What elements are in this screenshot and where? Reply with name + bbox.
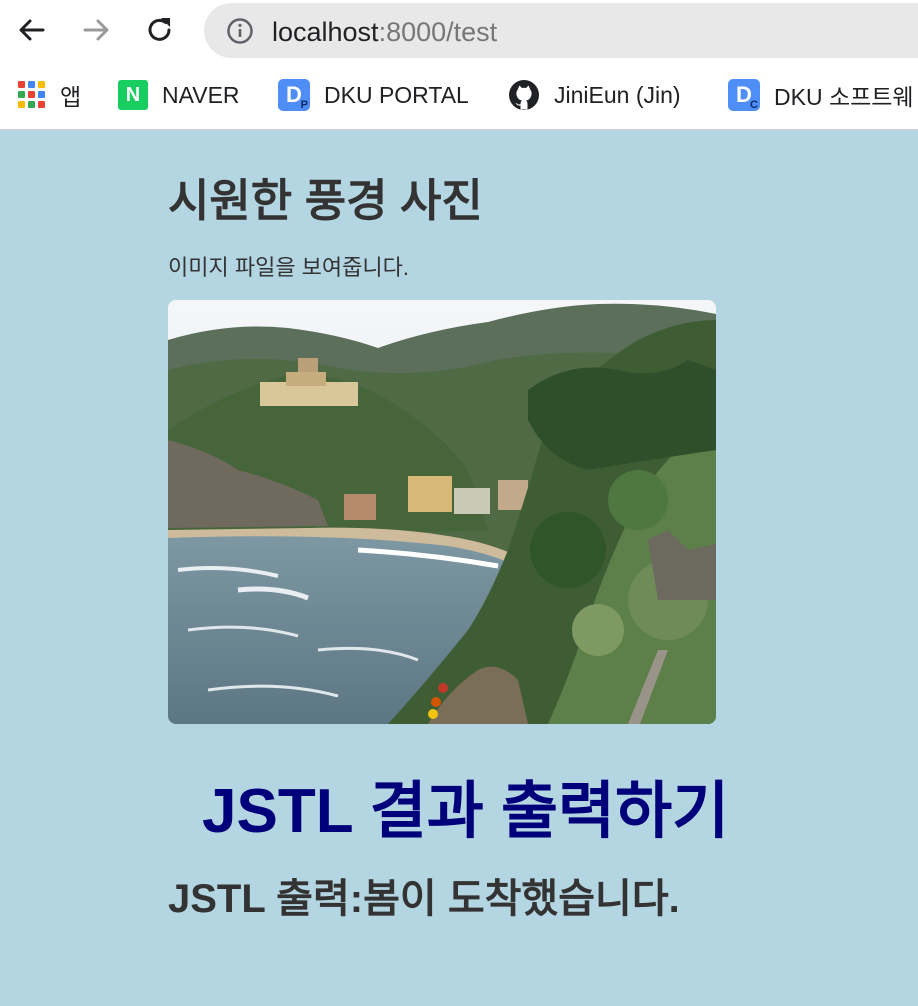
bookmark-label: JiniEun (Jin) [554, 81, 681, 108]
bookmark-github[interactable]: JiniEun (Jin) [508, 78, 681, 112]
jstl-heading: JSTL 결과 출력하기 [202, 777, 730, 846]
logo-subscript: C [750, 99, 758, 111]
bookmark-dku-software[interactable]: DC DKU 소프트웨 [728, 78, 914, 112]
github-icon [509, 80, 539, 110]
dku-portal-logo-icon: DP [278, 79, 310, 111]
url-text: localhost:8000/test [272, 17, 497, 48]
bookmark-label: 앱 [60, 84, 82, 110]
bookmark-dku-portal[interactable]: DP DKU PORTAL [278, 78, 469, 112]
coastal-landscape-image [168, 300, 716, 724]
bookmarks-bar: 앱 N NAVER DP DKU PORTAL JiniEun (Jin) DC… [0, 62, 918, 130]
bookmark-naver[interactable]: N NAVER [118, 78, 240, 112]
bookmark-label: DKU 소프트웨 [774, 84, 914, 110]
arrow-left-icon [19, 19, 45, 41]
forward-button[interactable] [78, 12, 114, 48]
bookmark-apps[interactable]: 앱 [18, 78, 81, 112]
reload-icon [148, 18, 171, 41]
back-button[interactable] [14, 12, 50, 48]
bookmark-label: NAVER [162, 81, 240, 108]
naver-logo-icon: N [118, 80, 148, 110]
jstl-output-text: JSTL 출력:봄이 도착했습니다. [168, 877, 680, 921]
landscape-photo [168, 300, 716, 724]
url-path: :8000/test [378, 17, 498, 47]
browser-toolbar: localhost:8000/test [0, 0, 918, 62]
apps-grid-icon [18, 81, 46, 109]
url-host: localhost [272, 17, 379, 47]
page-title: 시원한 풍경 사진 [168, 175, 483, 226]
page-description: 이미지 파일을 보여줍니다. [168, 255, 409, 280]
reload-button[interactable] [142, 12, 178, 48]
dku-software-logo-icon: DC [728, 79, 760, 111]
address-bar[interactable]: localhost:8000/test [204, 3, 918, 58]
logo-letter: D [286, 82, 302, 107]
logo-subscript: P [300, 99, 308, 111]
bookmark-label: DKU PORTAL [324, 81, 469, 108]
info-icon[interactable] [226, 17, 254, 45]
arrow-right-icon [83, 19, 109, 41]
